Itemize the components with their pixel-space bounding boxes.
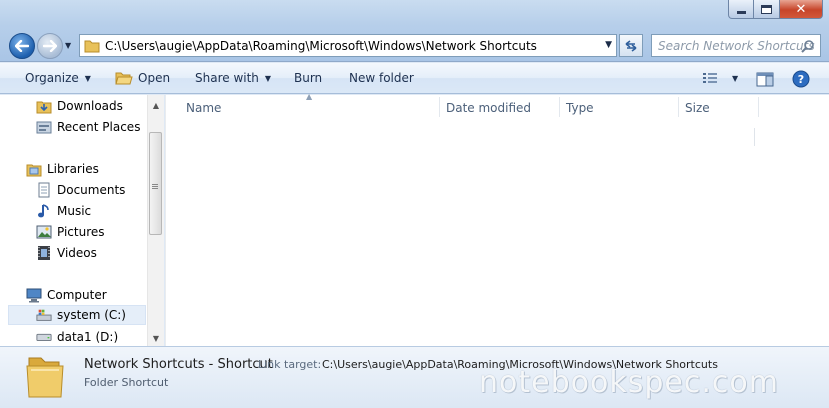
column-label: Size xyxy=(685,100,710,115)
share-with-button[interactable]: Share with ▼ xyxy=(195,71,271,85)
sidebar-item-label: Videos xyxy=(57,246,97,260)
sidebar-item-label: Music xyxy=(57,204,92,218)
computer-icon xyxy=(26,287,42,303)
documents-icon xyxy=(36,182,52,198)
new-folder-label: New folder xyxy=(349,71,414,85)
sidebar-item-label: system (C:) xyxy=(57,308,126,322)
sidebar-item-label: Computer xyxy=(47,288,107,302)
recent-pages-dropdown[interactable]: ▼ xyxy=(65,41,71,50)
sidebar-item-music[interactable]: Music xyxy=(36,201,91,221)
scroll-up-icon[interactable]: ▲ xyxy=(148,97,164,113)
window-buttons: ✕ xyxy=(728,0,823,19)
column-label: Name xyxy=(186,100,222,115)
sidebar-item-label: data1 (D:) xyxy=(57,330,119,344)
chevron-down-icon: ▼ xyxy=(84,73,91,83)
view-details-icon xyxy=(703,73,717,83)
music-icon xyxy=(36,203,52,219)
refresh-button[interactable] xyxy=(619,34,643,57)
watermark: notebookspec.com xyxy=(479,365,779,400)
column-divider xyxy=(754,128,755,146)
back-arrow-icon xyxy=(15,40,29,52)
search-icon[interactable] xyxy=(801,39,815,53)
preview-pane-icon[interactable] xyxy=(756,72,774,87)
search-box[interactable]: Search Network Shortcuts xyxy=(651,34,821,57)
share-with-label: Share with xyxy=(195,71,259,85)
system-drive-icon xyxy=(36,307,52,323)
navigation-pane: Downloads Recent Places Libraries Docume… xyxy=(0,95,147,346)
pictures-icon xyxy=(36,224,52,240)
open-folder-icon xyxy=(115,72,133,85)
open-button[interactable]: Open xyxy=(115,71,170,85)
maximize-button[interactable] xyxy=(754,0,780,19)
column-label: Type xyxy=(566,100,594,115)
column-header-date-modified[interactable]: Date modified xyxy=(446,95,531,120)
address-text[interactable]: C:\Users\augie\AppData\Roaming\Microsoft… xyxy=(105,39,537,53)
column-divider[interactable] xyxy=(678,97,679,117)
burn-button[interactable]: Burn xyxy=(294,71,322,85)
maximize-icon xyxy=(761,4,772,14)
videos-icon xyxy=(36,245,52,261)
organize-button[interactable]: Organize ▼ xyxy=(25,71,91,85)
column-header-size[interactable]: Size xyxy=(685,95,710,120)
details-item-name: Network Shortcuts - Shortcut xyxy=(84,357,273,372)
sidebar-item-label: Documents xyxy=(57,183,126,197)
sidebar-item-label: Recent Places xyxy=(57,120,141,134)
new-folder-button[interactable]: New folder xyxy=(349,71,414,85)
details-pane: Network Shortcuts - Shortcut Link target… xyxy=(0,346,829,408)
forward-button[interactable] xyxy=(37,33,63,59)
minimize-button[interactable] xyxy=(728,0,754,19)
column-header-name[interactable]: Name xyxy=(186,95,221,120)
folder-shortcut-icon xyxy=(26,357,64,398)
sidebar-item-label: Libraries xyxy=(47,162,99,176)
minimize-icon xyxy=(736,10,746,14)
link-target-label: Link target: xyxy=(258,358,322,371)
sidebar-item-recent-places[interactable]: Recent Places xyxy=(36,117,140,137)
sidebar-item-videos[interactable]: Videos xyxy=(36,243,97,263)
file-list[interactable]: ▲ Name Date modified Type Size xyxy=(165,92,829,346)
recent-places-icon xyxy=(36,119,52,135)
command-bar: Organize ▼ Open Share with ▼ Burn New fo… xyxy=(0,63,829,94)
chevron-down-icon: ▼ xyxy=(264,73,272,83)
close-icon: ✕ xyxy=(795,1,807,17)
column-divider[interactable] xyxy=(758,97,759,117)
libraries-icon xyxy=(26,161,42,177)
downloads-icon xyxy=(36,98,52,114)
svg-text:?: ? xyxy=(798,73,804,86)
window-chrome: ✕ ▼ C:\Users\augie\AppData\Roaming\Micro… xyxy=(0,0,829,62)
sidebar-item-downloads[interactable]: Downloads xyxy=(36,96,123,116)
refresh-icon xyxy=(625,39,637,52)
scrollbar-grip-icon xyxy=(152,184,158,190)
sidebar-item-system-c[interactable]: system (C:) xyxy=(8,305,146,325)
details-item-type: Folder Shortcut xyxy=(84,376,169,389)
back-button[interactable] xyxy=(9,33,35,59)
sidebar-item-label: Downloads xyxy=(57,99,123,113)
column-divider[interactable] xyxy=(439,97,440,117)
drive-icon xyxy=(36,329,52,345)
address-bar[interactable]: C:\Users\augie\AppData\Roaming\Microsoft… xyxy=(79,34,617,57)
close-button[interactable]: ✕ xyxy=(780,0,823,19)
sidebar-item-documents[interactable]: Documents xyxy=(36,180,125,200)
sidebar-item-label: Pictures xyxy=(57,225,105,239)
organize-label: Organize xyxy=(25,71,79,85)
folder-icon xyxy=(84,40,100,52)
help-icon[interactable]: ? xyxy=(792,70,810,88)
sidebar-item-computer[interactable]: Computer xyxy=(26,285,107,305)
sidebar-item-data1-d[interactable]: data1 (D:) xyxy=(36,327,118,346)
search-input[interactable]: Search Network Shortcuts xyxy=(658,39,815,53)
open-label: Open xyxy=(138,71,171,85)
scroll-down-icon[interactable]: ▼ xyxy=(148,330,164,346)
sort-ascending-icon: ▲ xyxy=(306,92,313,101)
forward-arrow-icon xyxy=(43,40,57,52)
change-view-button[interactable]: ▼ xyxy=(702,72,738,84)
navigation-scrollbar[interactable]: ▲ ▼ xyxy=(147,95,164,346)
column-label: Date modified xyxy=(446,100,532,115)
column-header-type[interactable]: Type xyxy=(566,95,594,120)
sidebar-item-pictures[interactable]: Pictures xyxy=(36,222,105,242)
address-dropdown-icon[interactable]: ▼ xyxy=(605,40,612,50)
burn-label: Burn xyxy=(294,71,323,85)
column-divider[interactable] xyxy=(559,97,560,117)
chevron-down-icon[interactable]: ▼ xyxy=(732,74,738,83)
sidebar-item-libraries[interactable]: Libraries xyxy=(26,159,99,179)
